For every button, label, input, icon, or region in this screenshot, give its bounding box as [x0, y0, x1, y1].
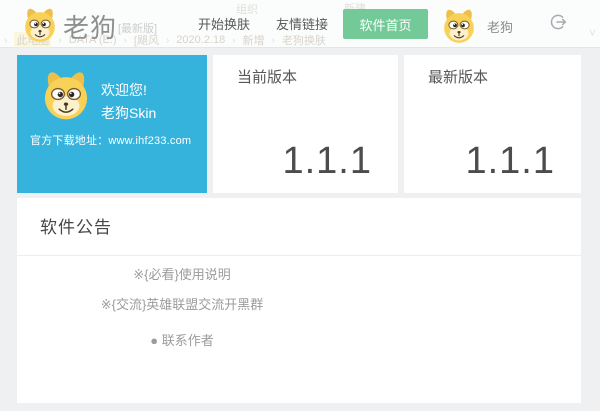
latest-version-value: 1.1.1: [465, 140, 555, 183]
user-name: 老狗: [487, 17, 513, 36]
breadcrumb-separator: ›: [4, 35, 7, 46]
current-version-value: 1.1.1: [282, 140, 372, 183]
breadcrumb-separator: ›: [232, 35, 235, 46]
breadcrumb-separator: ›: [124, 35, 127, 46]
breadcrumb-separator: ›: [272, 35, 275, 46]
latest-version-label: 最新版本: [428, 66, 488, 87]
official-download-address: 官方下载地址：www.ihf233.com: [30, 132, 191, 148]
divider: [17, 255, 581, 256]
breadcrumb-item: 老狗换肤: [282, 32, 326, 48]
app-title: 老狗: [63, 8, 117, 45]
announcement-item-usage-guide[interactable]: ※{必看}使用说明: [17, 260, 347, 290]
current-version-label: 当前版本: [237, 66, 297, 87]
welcome-greeting: 欢迎您!: [101, 80, 147, 100]
announcement-card: 软件公告 ※{必看}使用说明 ※{交流}英雄联盟交流开黑群 ● 联系作者: [17, 198, 581, 403]
app-window: 组织 新建 › 此电脑 › DATA (E:) › [飓风 › 2020.2.1…: [0, 0, 600, 411]
welcome-username: 老狗Skin: [101, 103, 156, 123]
announcement-title: 软件公告: [40, 213, 112, 238]
announcement-item-contact-author[interactable]: ● 联系作者: [17, 326, 347, 356]
breadcrumb-separator: ›: [166, 35, 169, 46]
latest-version-card: 最新版本 1.1.1: [404, 55, 581, 193]
tab-friend-links[interactable]: 友情链接: [276, 14, 328, 33]
breadcrumb-item: 2020.2.18: [176, 34, 225, 46]
logout-icon: [548, 12, 568, 32]
announcement-item-lol-group[interactable]: ※{交流}英雄联盟交流开黑群: [17, 290, 347, 320]
app-logo-dog-icon: [21, 5, 59, 43]
tab-software-home[interactable]: 软件首页: [343, 9, 428, 39]
logout-button[interactable]: [548, 12, 568, 32]
top-bar: 组织 新建 › 此电脑 › DATA (E:) › [飓风 › 2020.2.1…: [0, 0, 600, 48]
version-tag: [最新版]: [118, 20, 157, 36]
breadcrumb-item: 新增: [243, 32, 265, 48]
announcement-list: ※{必看}使用说明 ※{交流}英雄联盟交流开黑群 ● 联系作者: [17, 260, 347, 356]
welcome-card: 欢迎您! 老狗Skin 官方下载地址：www.ihf233.com: [17, 55, 207, 193]
chevron-down-icon: ˅: [589, 26, 596, 40]
user-avatar-dog-icon[interactable]: [440, 6, 478, 44]
welcome-avatar-dog-icon: [39, 67, 93, 121]
tab-start-skin[interactable]: 开始换肤: [198, 14, 250, 33]
current-version-card: 当前版本 1.1.1: [213, 55, 398, 193]
